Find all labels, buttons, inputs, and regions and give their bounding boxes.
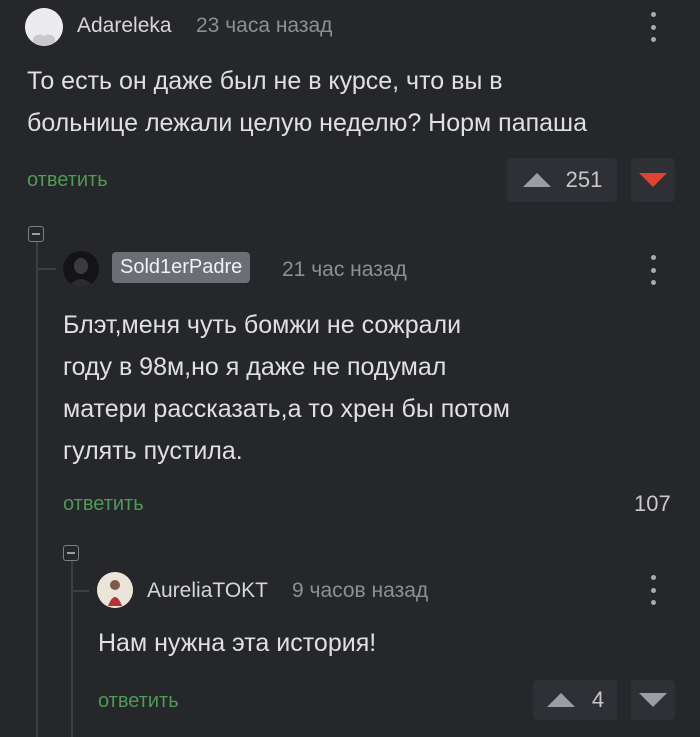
- author-name[interactable]: Sold1erPadre: [112, 252, 251, 283]
- timestamp: 21 час назад: [282, 258, 407, 281]
- comment-text: Нам нужна эта история!: [98, 622, 376, 664]
- timestamp: 23 часа назад: [196, 14, 333, 37]
- upvote-button[interactable]: 251: [507, 158, 617, 202]
- upvote-button[interactable]: 4: [533, 680, 617, 720]
- comment-text-line: гулять пустила.: [63, 437, 243, 465]
- comment-text-line: Блэт,меня чуть бомжи не сожрали: [63, 311, 462, 339]
- rating-count: 4: [591, 687, 605, 712]
- thread-branch-2: [71, 590, 89, 592]
- more-options-icon[interactable]: [649, 575, 657, 605]
- comment-text: Блэт,меня чуть бомжи не сожрали году в 9…: [63, 304, 510, 472]
- reply-button[interactable]: ответить: [27, 169, 108, 192]
- triangle-down-icon: [639, 173, 667, 187]
- thread-line-level-1: [36, 240, 38, 737]
- triangle-up-icon: [546, 693, 575, 707]
- comment-text-line: То есть он даже был не в курсе, что вы в: [27, 67, 503, 95]
- rating-count: 251: [565, 167, 603, 192]
- comment-text: То есть он даже был не в курсе, что вы в…: [27, 60, 587, 144]
- collapse-thread-button[interactable]: [63, 545, 79, 561]
- avatar[interactable]: [97, 572, 133, 608]
- downvote-button[interactable]: [631, 158, 675, 202]
- collapse-thread-button[interactable]: [28, 226, 44, 242]
- rating-count: 107: [634, 491, 671, 516]
- comment-text-line: Нам нужна эта история!: [98, 629, 377, 657]
- author-name[interactable]: Adareleka: [77, 14, 172, 38]
- author-name[interactable]: AureliaTOKT: [147, 579, 268, 603]
- reply-button[interactable]: ответить: [63, 493, 144, 516]
- avatar[interactable]: [25, 8, 63, 46]
- more-options-icon[interactable]: [649, 255, 657, 285]
- comment-text-line: больнице лежали целую неделю? Норм папаш…: [27, 109, 588, 137]
- thread-branch-1: [36, 268, 56, 270]
- more-options-icon[interactable]: [649, 12, 657, 42]
- reply-button[interactable]: ответить: [98, 690, 179, 713]
- triangle-down-icon: [639, 693, 667, 707]
- comment-text-line: году в 98м,но я даже не подумал: [63, 353, 447, 381]
- downvote-button[interactable]: [631, 680, 675, 720]
- thread-line-level-2: [71, 560, 73, 737]
- avatar[interactable]: [63, 251, 99, 287]
- triangle-up-icon: [522, 173, 551, 187]
- comment-text-line: матери рассказать,а то хрен бы потом: [63, 395, 510, 423]
- timestamp: 9 часов назад: [292, 579, 429, 602]
